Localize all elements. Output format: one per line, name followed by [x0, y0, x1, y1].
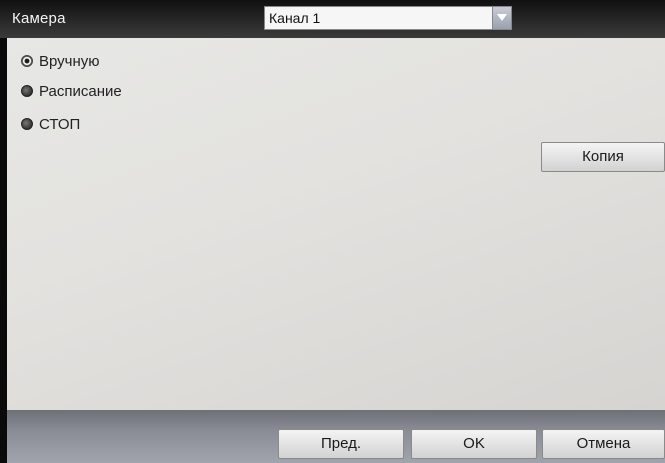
- settings-panel: Вручную Расписание СТОП Копия: [7, 38, 665, 410]
- dialog-footer: Пред. OK Отмена: [7, 410, 665, 463]
- chevron-down-icon: [497, 14, 507, 21]
- radio-option-stop[interactable]: СТОП: [21, 115, 80, 133]
- radio-unselected-icon[interactable]: [21, 118, 33, 130]
- camera-record-dialog: Камера Канал 1 Вручную Расписание СТОП К…: [0, 0, 665, 463]
- prev-button[interactable]: Пред.: [278, 429, 404, 459]
- copy-button[interactable]: Копия: [541, 142, 665, 172]
- dropdown-arrow[interactable]: [492, 7, 511, 29]
- dialog-header: Камера Канал 1: [0, 0, 665, 38]
- ok-button[interactable]: OK: [411, 429, 537, 459]
- radio-label-schedule: Расписание: [39, 82, 122, 100]
- channel-selected-value: Канал 1: [269, 10, 321, 26]
- radio-label-stop: СТОП: [39, 115, 81, 133]
- radio-option-schedule[interactable]: Расписание: [21, 82, 122, 100]
- radio-label-manual: Вручную: [39, 52, 100, 70]
- header-title: Камера: [12, 10, 66, 27]
- radio-selected-icon[interactable]: [21, 55, 33, 67]
- cancel-button[interactable]: Отмена: [542, 429, 665, 459]
- channel-dropdown[interactable]: Канал 1: [264, 6, 512, 30]
- radio-unselected-icon[interactable]: [21, 85, 33, 97]
- radio-option-manual[interactable]: Вручную: [21, 52, 100, 70]
